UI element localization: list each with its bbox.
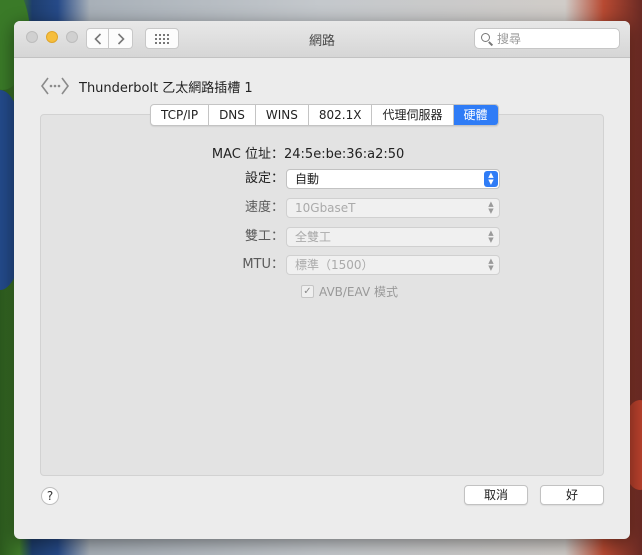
avb-eav-mode-checkbox: ✓	[301, 285, 314, 298]
mtu-label: MTU：	[242, 257, 284, 272]
settings-tabs: TCP/IP DNS WINS 802.1X 代理伺服器 硬體	[150, 104, 499, 126]
speed-row: 速度： 10GbaseT ▲ ▼	[134, 197, 534, 219]
search-placeholder: 搜尋	[497, 32, 522, 46]
tab-tcpip[interactable]: TCP/IP	[151, 105, 210, 125]
mac-address-value: 24:5e:be:36:a2:50	[284, 147, 405, 162]
avb-eav-mode-checkbox-row: ✓ AVB/EAV 模式	[301, 283, 398, 300]
configure-select[interactable]: 自動 ▲ ▼	[286, 169, 500, 189]
ok-button[interactable]: 好	[540, 485, 604, 505]
speed-label: 速度：	[244, 200, 284, 215]
updown-arrows-icon: ▲ ▼	[488, 200, 494, 215]
service-name: Thunderbolt 乙太網路插槽 1	[79, 80, 253, 96]
service-header: Thunderbolt 乙太網路插槽 1	[40, 75, 253, 97]
mac-address-row: MAC 位址： 24:5e:be:36:a2:50	[134, 144, 534, 166]
configure-label: 設定：	[244, 171, 284, 186]
ethernet-icon	[41, 77, 69, 95]
avb-eav-mode-label: AVB/EAV 模式	[319, 285, 398, 299]
duplex-selected-value: 全雙工	[295, 230, 332, 244]
updown-arrows-icon: ▲ ▼	[484, 171, 498, 187]
mtu-select: 標準（1500） ▲ ▼	[286, 255, 500, 275]
tab-8021x[interactable]: 802.1X	[309, 105, 373, 125]
network-preferences-window: 網路 搜尋 Thunderbolt 乙太網路插槽 1 TCP/IP DNS WI…	[14, 21, 630, 539]
title-bar: 網路 搜尋	[14, 21, 630, 58]
tab-hardware[interactable]: 硬體	[453, 105, 498, 125]
configure-selected-value: 自動	[295, 172, 320, 186]
duplex-label: 雙工：	[244, 229, 284, 244]
help-button[interactable]: ?	[41, 487, 59, 505]
tab-wins[interactable]: WINS	[256, 105, 309, 125]
duplex-row: 雙工： 全雙工 ▲ ▼	[134, 226, 534, 248]
mac-address-label: MAC 位址：	[211, 147, 284, 162]
duplex-select: 全雙工 ▲ ▼	[286, 227, 500, 247]
cancel-button[interactable]: 取消	[464, 485, 528, 505]
tab-proxies[interactable]: 代理伺服器	[372, 105, 454, 125]
mtu-row: MTU： 標準（1500） ▲ ▼	[134, 254, 534, 276]
updown-arrows-icon: ▲ ▼	[488, 257, 494, 272]
updown-arrows-icon: ▲ ▼	[488, 229, 494, 244]
search-icon	[481, 32, 494, 46]
configure-row: 設定： 自動 ▲ ▼	[134, 168, 534, 190]
tab-dns[interactable]: DNS	[209, 105, 256, 125]
speed-select: 10GbaseT ▲ ▼	[286, 198, 500, 218]
mtu-selected-value: 標準（1500）	[295, 258, 374, 272]
search-field[interactable]: 搜尋	[474, 28, 620, 49]
speed-selected-value: 10GbaseT	[295, 201, 356, 215]
